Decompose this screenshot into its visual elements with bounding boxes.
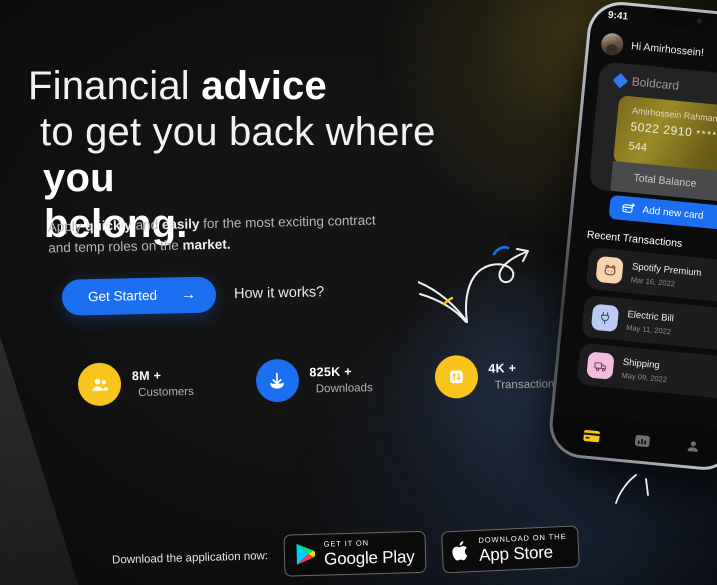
transactions-icon <box>449 370 463 384</box>
transaction-date-2: May 09, 2022 <box>621 370 668 384</box>
transaction-name-1: Electric Bill <box>626 308 675 324</box>
card-cvv: 544 <box>628 140 648 155</box>
stat-label-1: Downloads <box>315 381 373 395</box>
total-balance-label: Total Balance <box>632 171 697 190</box>
spotify-icon <box>604 264 616 275</box>
recent-transactions-title: Recent Transactions <box>586 228 683 250</box>
get-started-button[interactable]: Get Started → <box>61 276 217 316</box>
card-tab-icon[interactable] <box>582 428 600 443</box>
transaction-icon-wrap-1 <box>590 303 620 333</box>
transaction-name-2: Shipping <box>622 356 661 371</box>
stat-label-0: Customers <box>138 385 194 399</box>
google-play-badge[interactable]: GET IT ON Google Play <box>283 530 427 577</box>
subtitle-bold-market: market. <box>182 236 231 253</box>
phone-notch <box>651 8 715 31</box>
add-new-card-label: Add new card <box>642 204 704 222</box>
page-root: Financial advice to get you back where y… <box>0 0 717 585</box>
stat-text-1: 825K + Downloads <box>309 364 373 395</box>
transaction-icon-wrap-2 <box>586 351 615 380</box>
download-label: Download the application now: <box>111 549 269 567</box>
stat-value-1: 825K + <box>309 364 353 379</box>
stat-icon-wrap-2 <box>434 354 478 399</box>
transaction-date-1: May 11, 2022 <box>625 322 672 336</box>
status-bar-time: 9:41 <box>607 9 629 23</box>
card-plus-icon <box>622 203 636 213</box>
headline-line-1: Financial advice <box>28 63 498 109</box>
stat-icon-wrap-1 <box>255 358 300 403</box>
headline-plain-1: Financial <box>28 64 202 108</box>
subtitle-part-1: Apply <box>47 218 86 235</box>
chart-tab-icon[interactable] <box>634 433 651 448</box>
download-icon <box>270 372 284 389</box>
subtitle-bold-quickly: quickly <box>85 217 133 234</box>
front-camera-icon <box>696 18 703 24</box>
stat-item-downloads: 825K + Downloads <box>255 357 373 403</box>
card-number: 5022 2910 **** **** <box>630 119 717 144</box>
truck-icon <box>593 361 606 372</box>
apple-icon <box>452 540 468 561</box>
google-play-icon <box>296 544 316 566</box>
transaction-text-1: Electric Bill May 11, 2022 <box>626 309 674 336</box>
google-play-big-label: Google Play <box>323 546 415 569</box>
boldcard-brand: Boldcard <box>612 72 680 93</box>
greeting-text: Hi Amirhossein! <box>630 40 705 60</box>
brand-bold: Bold <box>631 74 657 91</box>
hero-subtitle: Apply quickly and easily for the most ex… <box>48 210 379 259</box>
transaction-text-2: Shipping May 09, 2022 <box>621 356 668 383</box>
subtitle-bold-easily: easily <box>161 216 200 233</box>
app-store-badge[interactable]: Download on the App Store <box>441 525 581 573</box>
transaction-row-shipping[interactable]: Shipping May 09, 2022 <box>576 342 717 402</box>
google-play-text: GET IT ON Google Play <box>323 538 415 569</box>
add-new-card-button[interactable]: Add new card <box>608 194 717 235</box>
card-number-masked: **** **** <box>695 128 717 144</box>
brand-light: card <box>655 76 680 93</box>
card-number-visible: 5022 2910 <box>629 119 697 140</box>
stat-value-0: 8M + <box>131 368 162 383</box>
diamond-logo-icon <box>612 72 629 88</box>
users-icon <box>92 378 108 391</box>
headline-bold-advice: advice <box>201 64 327 108</box>
stat-item-customers: 8M + Customers <box>77 361 194 407</box>
headline-highlight-you: you <box>40 155 118 201</box>
app-store-text: Download on the App Store <box>479 532 568 565</box>
headline-plain-2: to get you back where <box>40 110 436 154</box>
brand-name: Boldcard <box>631 74 679 92</box>
avatar[interactable] <box>600 32 625 57</box>
cta-row: Get Started → How it works? <box>61 274 325 316</box>
get-started-label: Get Started <box>87 287 158 305</box>
transaction-text-0: Spotify Premium Mar 16, 2022 <box>630 261 702 291</box>
app-store-big-label: App Store <box>479 541 554 565</box>
headline-line-2: to get you back where you <box>40 109 498 201</box>
profile-tab-icon[interactable] <box>685 438 702 453</box>
greeting-row: Hi Amirhossein! <box>600 32 705 64</box>
card-panel: Boldcard Amirhossein Rahmani 5022 2910 *… <box>588 61 717 205</box>
arrow-right-icon: → <box>180 285 197 304</box>
how-it-works-link[interactable]: How it works? <box>234 284 325 302</box>
transaction-icon-wrap-0 <box>595 255 624 285</box>
stat-icon-wrap-0 <box>77 362 122 407</box>
subtitle-part-2: and <box>131 217 163 233</box>
stat-text-0: 8M + Customers <box>132 367 194 398</box>
plug-icon <box>601 311 610 324</box>
